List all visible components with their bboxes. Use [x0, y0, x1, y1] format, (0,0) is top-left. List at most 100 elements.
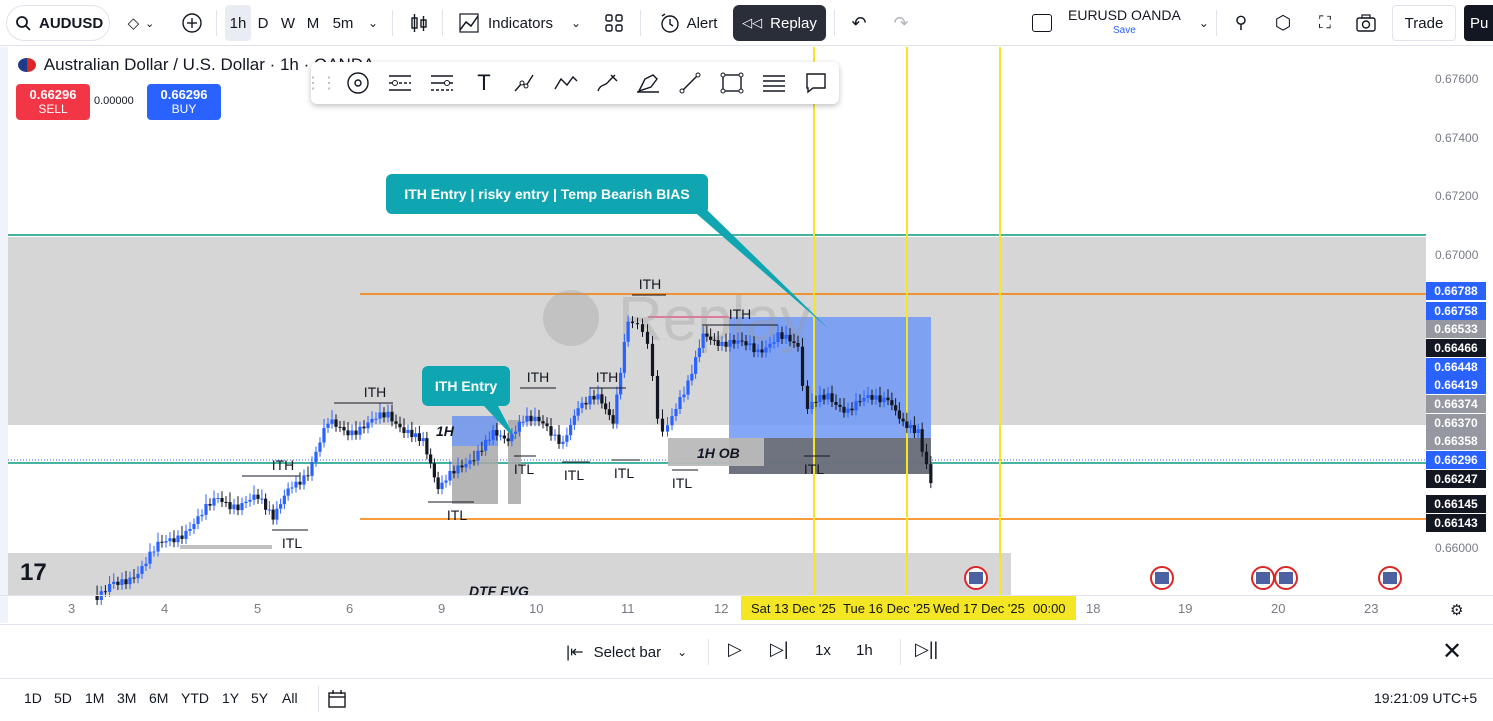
goto-date-button[interactable]: [326, 688, 348, 715]
target-icon: [347, 72, 369, 94]
speed-label: 1x: [815, 642, 831, 659]
candle-body: [260, 498, 264, 500]
candle-body: [224, 501, 228, 503]
buy-label: BUY: [171, 102, 197, 116]
candle-body: [866, 395, 870, 398]
candle-body: [152, 551, 156, 553]
candle-body: [705, 333, 709, 337]
play-button[interactable]: ▷: [728, 639, 742, 660]
candle-body: [290, 487, 294, 489]
range-button-all[interactable]: All: [282, 690, 298, 706]
range-button-1y[interactable]: 1Y: [222, 690, 239, 706]
range-button-1d[interactable]: 1D: [24, 690, 42, 706]
cursor-tool[interactable]: [343, 68, 373, 98]
rectangle-tool[interactable]: [717, 68, 747, 98]
candle-body: [842, 406, 846, 413]
candle-body: [838, 404, 842, 407]
itl-bar: [180, 545, 272, 549]
candle-body: [569, 424, 573, 436]
menu-lines-icon: [763, 75, 785, 92]
range-button-5d[interactable]: 5D: [54, 690, 72, 706]
brush-tool[interactable]: [593, 68, 623, 98]
divider: [318, 686, 319, 712]
candle-body: [476, 450, 480, 461]
ith-label: ITH: [272, 457, 295, 473]
spread-value: 0.00000: [94, 95, 134, 107]
candle-body: [294, 481, 298, 488]
candle-body: [716, 340, 720, 346]
candle-body: [128, 577, 132, 585]
candle-body: [744, 341, 748, 346]
range-button-5y[interactable]: 5Y: [251, 690, 268, 706]
candle-body: [822, 394, 826, 400]
candle-body: [124, 579, 128, 585]
trendline-icon: [514, 74, 534, 92]
range-button-6m[interactable]: 6M: [149, 690, 168, 706]
callout-small[interactable]: ITH Entry: [422, 366, 510, 406]
replay-interval-button[interactable]: 1h: [856, 642, 873, 659]
candle-body: [156, 541, 160, 552]
range-button-ytd[interactable]: YTD: [181, 690, 209, 706]
close-replay-button[interactable]: ✕: [1442, 637, 1462, 666]
clock-timezone[interactable]: 19:21:09 UTC+5: [1374, 690, 1477, 706]
candle-body: [436, 477, 440, 490]
ith-label: ITH: [596, 369, 619, 385]
path-tool[interactable]: [551, 68, 581, 98]
sell-button[interactable]: 0.66296 SELL: [16, 84, 90, 120]
candle-body: [584, 402, 588, 405]
time-highlight-label: 00:00: [1033, 601, 1066, 616]
h1-label: 1H: [436, 423, 455, 439]
step-forward-button[interactable]: ▷|: [770, 639, 789, 660]
candle-body: [645, 331, 650, 344]
candle-body: [557, 434, 561, 444]
play-icon: ▷: [728, 639, 742, 659]
range-button-1m[interactable]: 1M: [85, 690, 104, 706]
candle-body: [650, 343, 655, 376]
text-tool[interactable]: T: [469, 68, 499, 98]
candle-body: [271, 509, 275, 520]
pattern-tool[interactable]: [509, 68, 539, 98]
callout-main[interactable]: ITH Entry | risky entry | Temp Bearish B…: [386, 174, 708, 214]
time-highlight-label: Sat 13 Dec '25: [751, 601, 836, 616]
candle-body: [417, 433, 421, 442]
candle-body: [690, 373, 694, 381]
candle-body: [553, 434, 557, 436]
highlighter-tool[interactable]: [633, 68, 663, 98]
candle-body: [398, 423, 402, 428]
select-bar-button[interactable]: |⇤ Select bar ⌄: [566, 639, 687, 665]
buy-button[interactable]: 0.66296 BUY: [147, 84, 221, 120]
price-tag: 0.66296: [1426, 451, 1486, 469]
candle-body: [107, 583, 112, 592]
settings-lines-tool[interactable]: [759, 68, 789, 98]
line-tool[interactable]: [675, 68, 705, 98]
range-button-3m[interactable]: 3M: [117, 690, 136, 706]
time-axis-label: 6: [346, 601, 354, 616]
itl-label: ITL: [514, 461, 534, 477]
candle-body: [533, 416, 537, 422]
pitchfork-tool[interactable]: [427, 68, 457, 98]
candle-body: [630, 321, 635, 324]
candle-body: [510, 433, 514, 442]
candle-body: [382, 412, 386, 418]
axis-settings-icon[interactable]: ⚙: [1450, 601, 1463, 619]
drag-handle-icon[interactable]: ⋮⋮: [305, 68, 337, 98]
candle-body: [764, 347, 768, 353]
candle-body: [421, 438, 425, 442]
jump-to-realtime-button[interactable]: ▷||: [915, 639, 938, 660]
candle-body: [686, 380, 690, 395]
speed-button[interactable]: 1x: [815, 642, 831, 659]
price-tag: 0.66358: [1426, 432, 1486, 450]
candle-body: [525, 415, 529, 422]
candle-body: [358, 426, 362, 435]
candle-body: [682, 394, 686, 398]
candle-body: [480, 450, 484, 452]
candle-body: [240, 503, 244, 511]
fib-tool[interactable]: [385, 68, 415, 98]
candle-body: [736, 340, 740, 344]
candle-body: [674, 408, 678, 417]
comment-tool[interactable]: [801, 68, 831, 98]
candle-body: [279, 504, 283, 509]
candle-body: [196, 516, 200, 524]
candle-body: [818, 394, 822, 403]
step-forward-icon: ▷|: [770, 639, 789, 659]
